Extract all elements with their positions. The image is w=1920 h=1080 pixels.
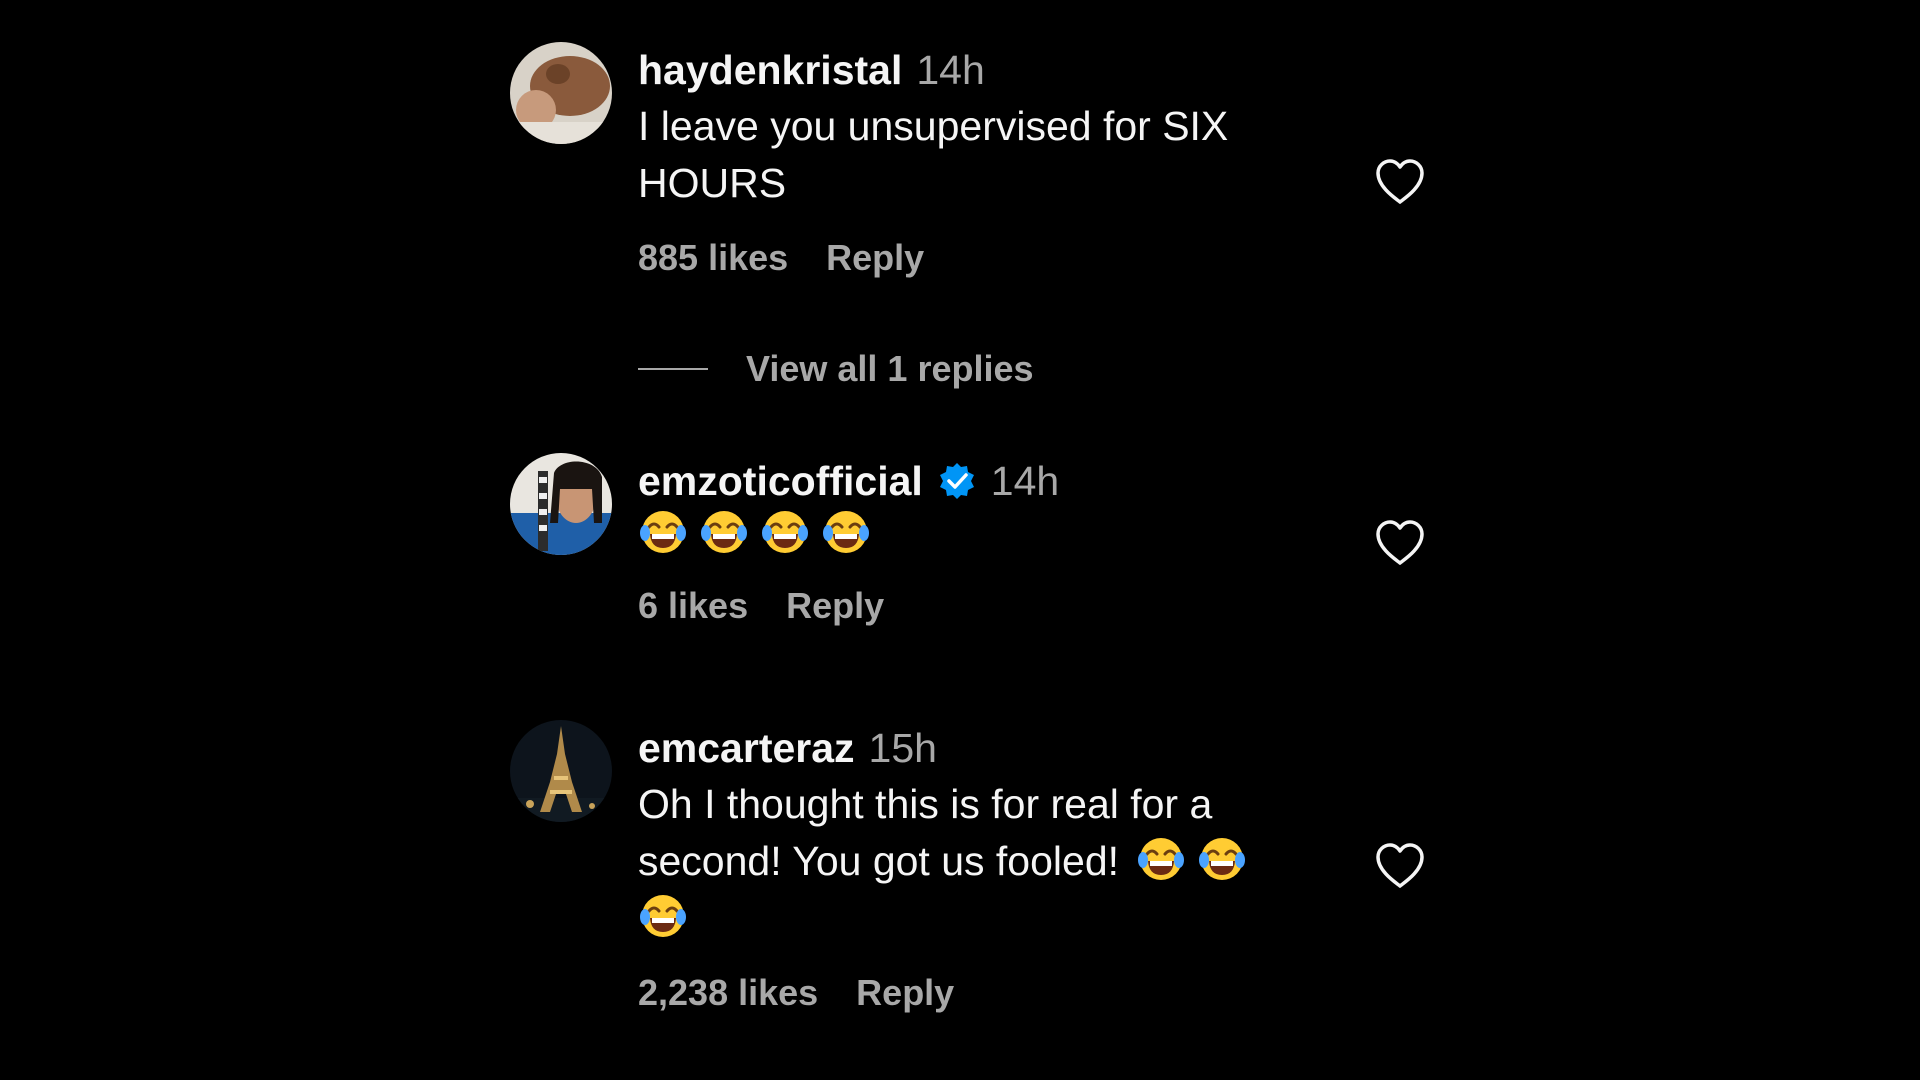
comment-text-line: HOURS (638, 160, 787, 206)
replies-divider (638, 368, 708, 370)
view-replies[interactable]: View all 1 replies (638, 348, 1034, 390)
comment-text-line: Oh I thought this is for real for a (638, 781, 1213, 827)
avatar-image-emzoticofficial (510, 453, 612, 555)
like-count[interactable]: 6 likes (638, 585, 748, 626)
face-with-tears-of-joy-icon (699, 507, 749, 557)
reply-button[interactable]: Reply (786, 585, 884, 626)
reply-button[interactable]: Reply (856, 972, 954, 1013)
heart-outline-icon[interactable] (1374, 519, 1426, 567)
avatar[interactable] (510, 42, 612, 144)
like-count[interactable]: 885 likes (638, 237, 788, 278)
face-with-tears-of-joy-icon (1136, 834, 1186, 884)
comment-text-line-with-emojis: second! You got us fooled! (638, 833, 1288, 890)
reply-button[interactable]: Reply (826, 237, 924, 278)
comment-text-line: I leave you unsupervised for SIX (638, 103, 1229, 149)
comment-text (638, 506, 1288, 563)
face-with-tears-of-joy-icon (638, 891, 688, 941)
avatar-image-haydenkristal (510, 42, 612, 144)
heart-outline-icon[interactable] (1374, 158, 1426, 206)
comment-timestamp: 14h (990, 458, 1060, 504)
face-with-tears-of-joy-icon (1197, 834, 1247, 884)
face-with-tears-of-joy-icon (821, 507, 871, 557)
verified-badge-icon (937, 461, 977, 501)
face-with-tears-of-joy-icon (638, 507, 688, 557)
avatar[interactable] (510, 453, 612, 555)
like-count[interactable]: 2,238 likes (638, 972, 818, 1013)
comment-username[interactable]: haydenkristal (638, 42, 902, 98)
comment-username[interactable]: emzoticofficial (638, 453, 923, 509)
comment-username[interactable]: emcarteraz (638, 720, 855, 776)
comment-text: I leave you unsupervised for SIX HOURS (638, 98, 1288, 212)
comment-text-line-emoji (638, 890, 1288, 947)
comment-timestamp: 14h (916, 47, 985, 93)
comment-timestamp: 15h (868, 725, 937, 771)
comment-text: Oh I thought this is for real for a seco… (638, 776, 1288, 947)
avatar[interactable] (510, 720, 612, 822)
comment-text-segment: second! You got us fooled! (638, 838, 1120, 884)
face-with-tears-of-joy-icon (760, 507, 810, 557)
view-replies-button[interactable]: View all 1 replies (746, 348, 1034, 390)
heart-outline-icon[interactable] (1374, 842, 1426, 890)
avatar-image-emcarteraz (510, 720, 612, 822)
